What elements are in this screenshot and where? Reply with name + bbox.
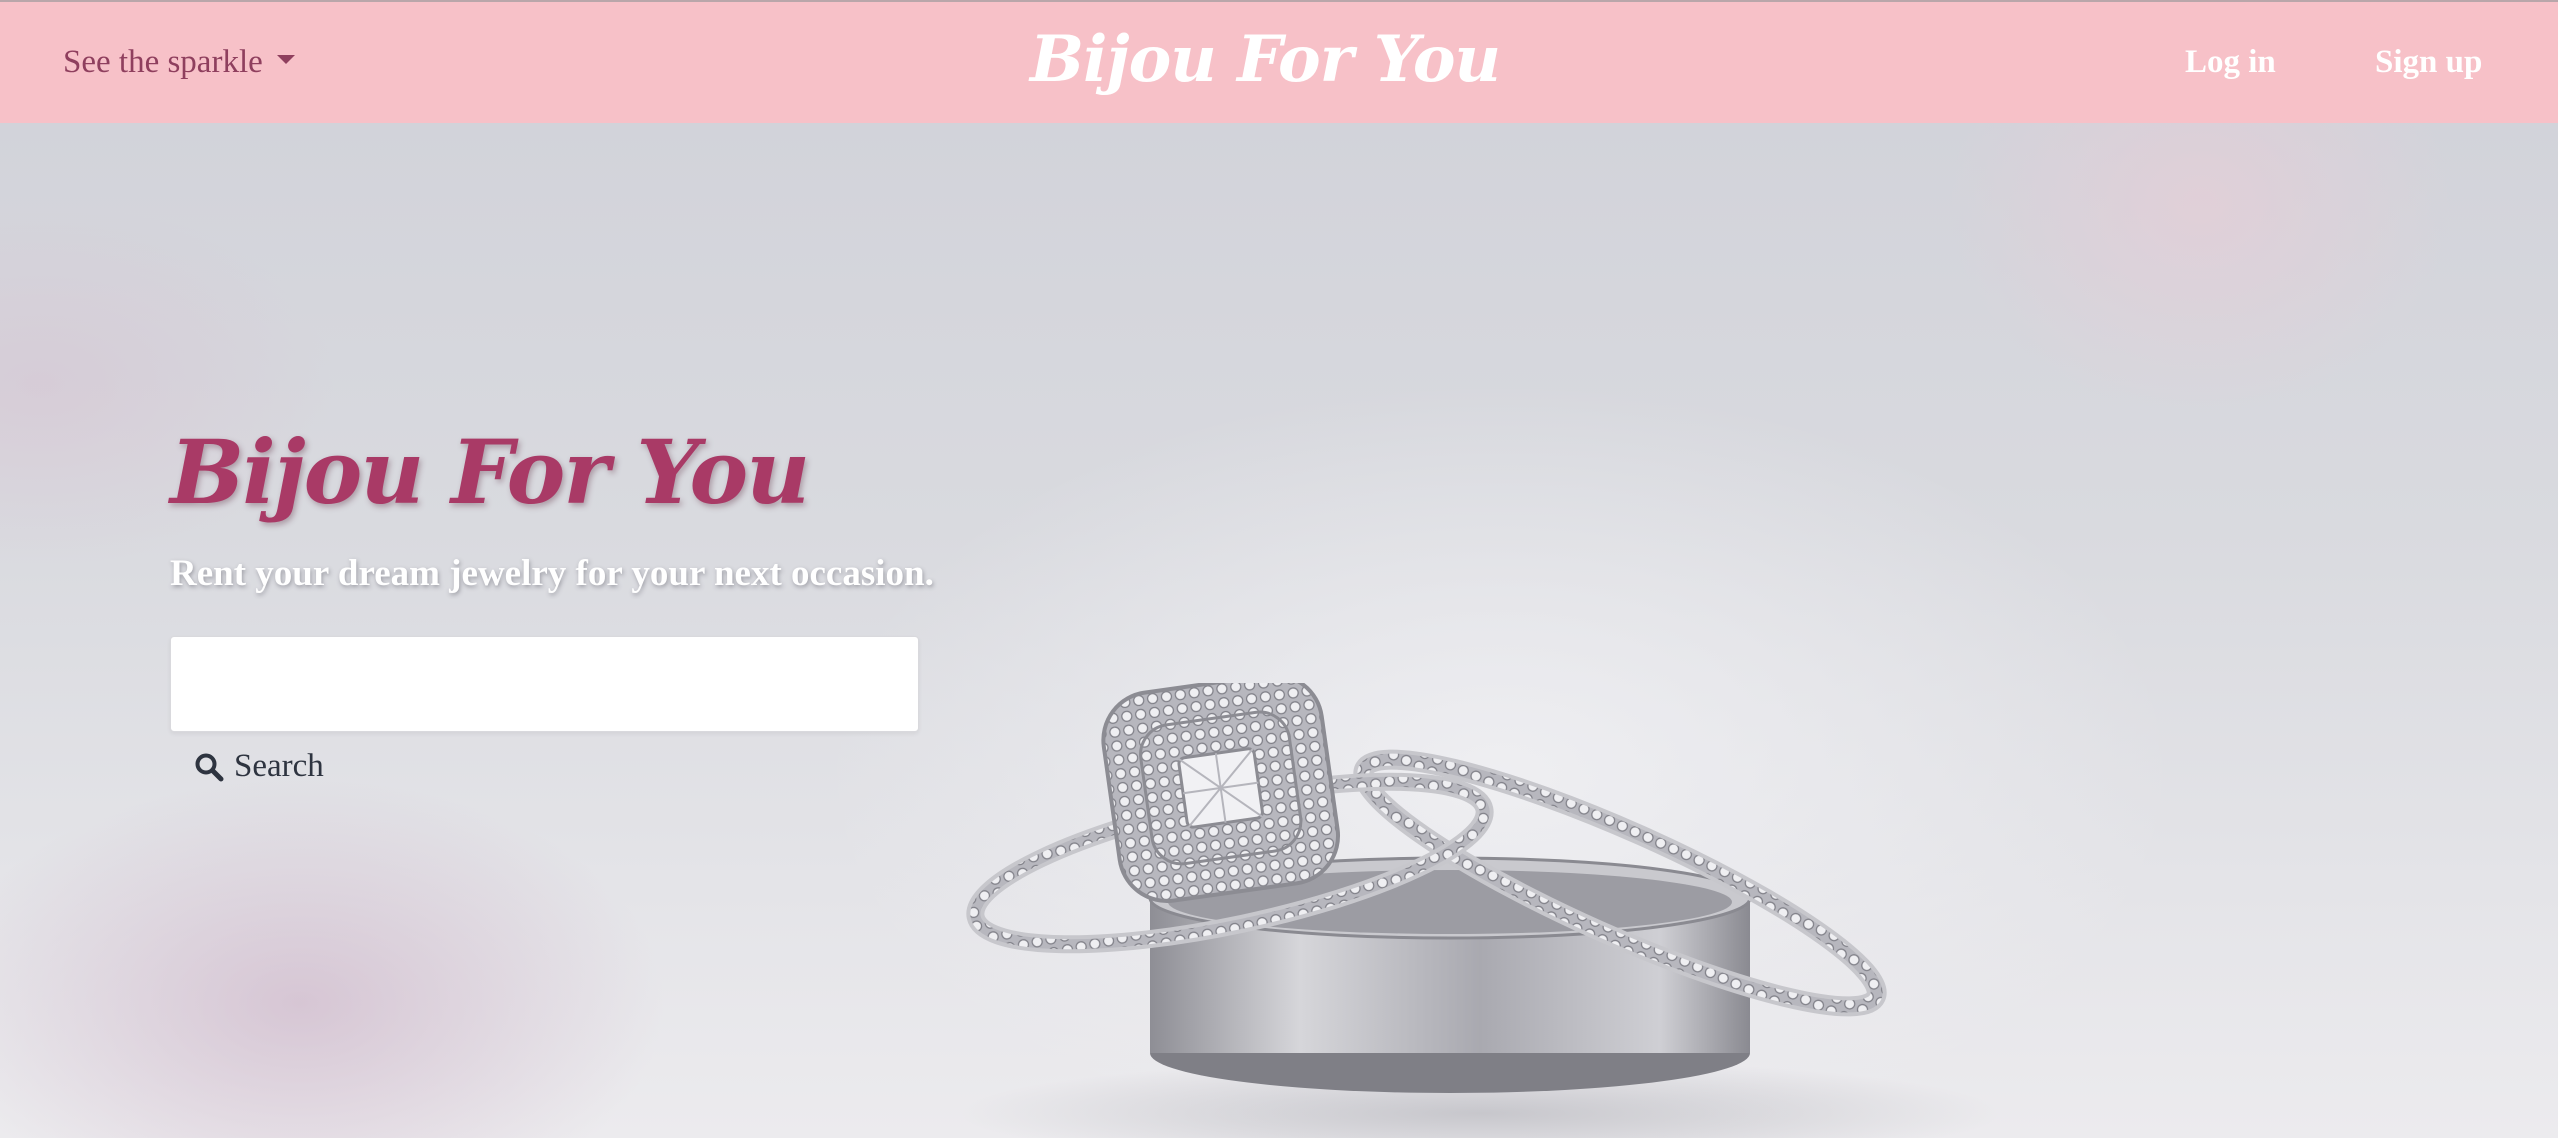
- top-navbar: See the sparkle Bijou For You Log in Sig…: [0, 0, 2558, 123]
- caret-down-icon: [276, 55, 295, 64]
- see-the-sparkle-dropdown[interactable]: See the sparkle: [63, 44, 295, 81]
- search-button[interactable]: Search: [194, 748, 324, 785]
- hero-background: [0, 123, 2558, 1138]
- magnifier-icon: [195, 753, 224, 781]
- login-link[interactable]: Log in: [2185, 44, 2276, 81]
- landing-page: See the sparkle Bijou For You Log in Sig…: [0, 0, 2558, 1138]
- hero-title: Bijou For You: [170, 420, 810, 524]
- rings-photo: [960, 683, 2000, 1138]
- signup-link[interactable]: Sign up: [2375, 44, 2482, 81]
- brand-logo[interactable]: Bijou For You: [1030, 22, 1501, 97]
- dropdown-label: See the sparkle: [63, 44, 263, 80]
- hero-tagline: Rent your dream jewelry for your next oc…: [170, 553, 934, 594]
- search-input[interactable]: [170, 636, 919, 732]
- search-button-label: Search: [234, 748, 324, 784]
